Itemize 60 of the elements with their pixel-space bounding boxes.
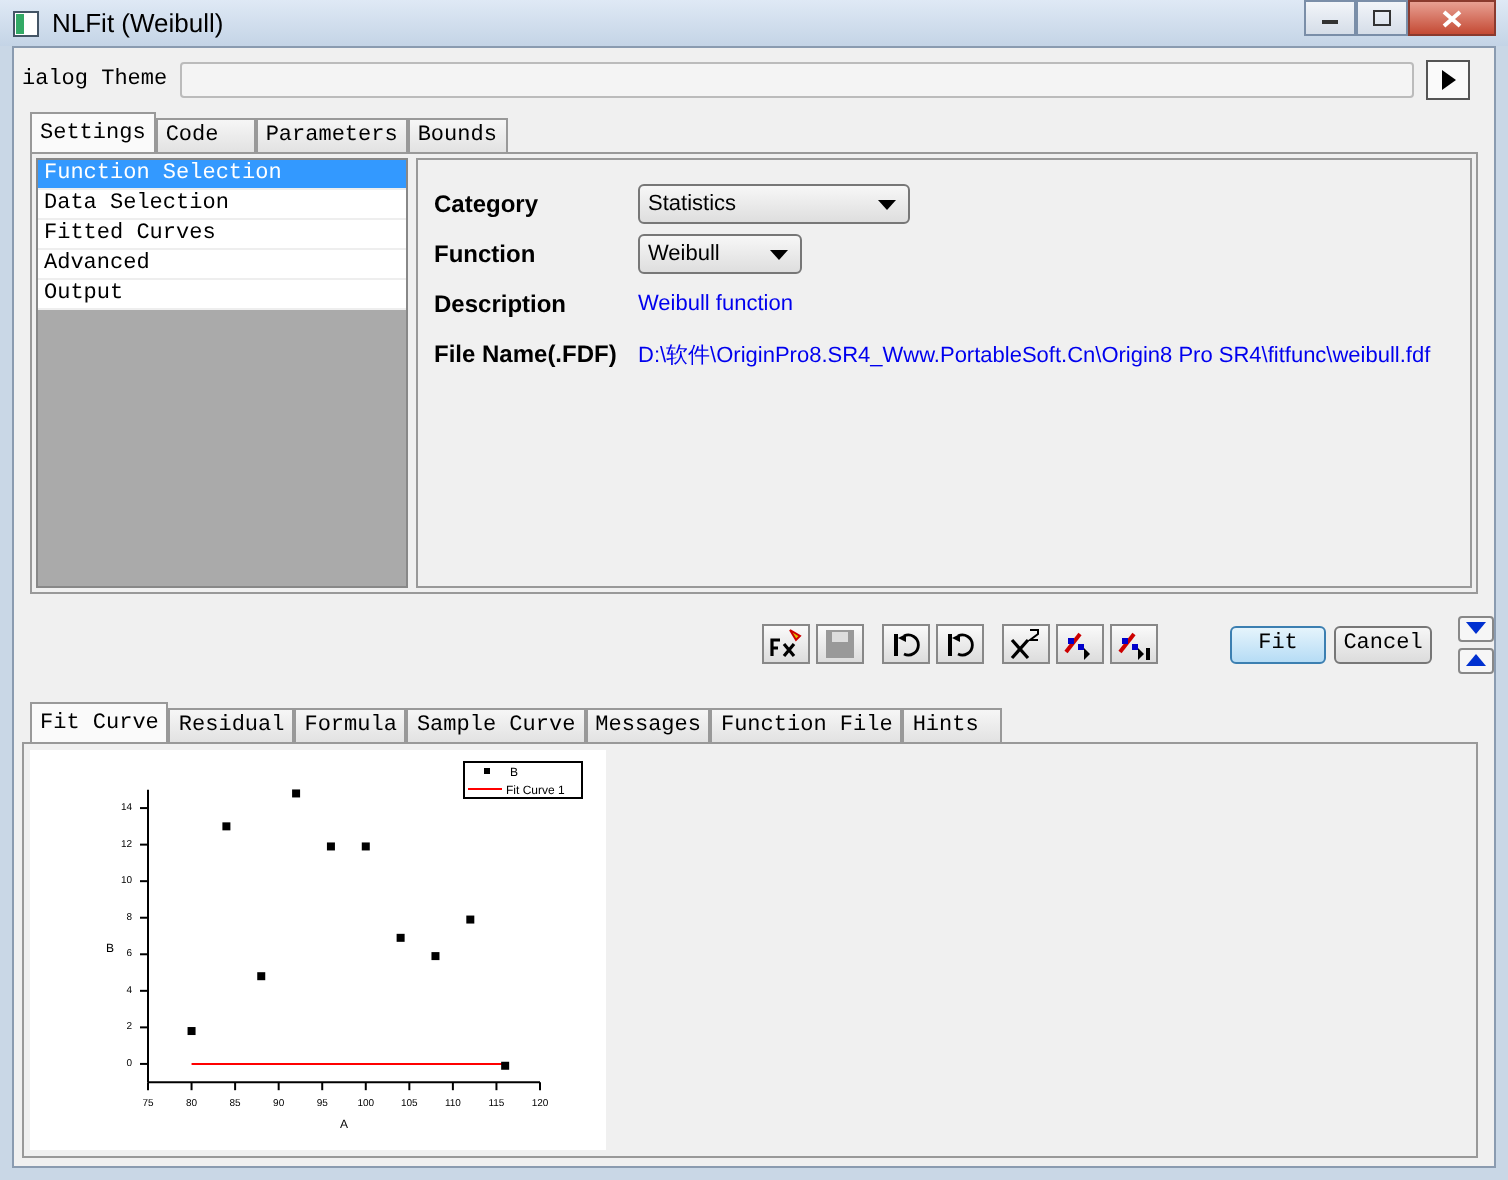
tab[interactable]: Formula [294,708,407,742]
dropdown-arrow-icon [878,199,896,209]
field-value: D:\软件\OriginPro8.SR4_Www.PortableSoft.Cn\Origin8 Pro SR4\fitfunc\weibull.fdf [638,341,1431,369]
maximize-icon [1372,10,1392,26]
data-point [222,822,231,831]
sidebar-item[interactable]: Data Selection [38,190,406,220]
tab[interactable]: Parameters [255,118,408,152]
legend-marker-icon [484,768,490,774]
dialog-theme-field[interactable] [179,62,1414,98]
dialog-button[interactable]: Fit [1230,625,1326,663]
field-value: Weibull function [638,292,793,316]
dropdown-arrow-icon [770,249,788,259]
field-label: Category [434,190,541,218]
up-arrow-icon [1466,654,1486,666]
close-icon [1442,9,1462,27]
data-point [396,933,405,942]
dropdown[interactable]: Statistics [638,184,910,224]
maximize-button[interactable] [1356,0,1408,36]
save-icon [822,628,858,660]
minimize-button[interactable] [1304,0,1356,36]
field-label: Function [434,240,538,268]
window-icon [12,9,40,37]
fx-button[interactable] [762,624,810,664]
close-button[interactable] [1408,0,1496,36]
theme-menu-button[interactable] [1426,60,1470,100]
tab[interactable]: Bounds [407,118,508,152]
dialog-theme-label: ialog Theme [22,68,168,92]
sidebar-item[interactable]: Fitted Curves [38,220,406,250]
tab[interactable]: Code [155,118,256,152]
tab[interactable]: Hints [902,708,1003,742]
chi-icon [1008,628,1044,660]
data-point [292,789,301,798]
collapse-button[interactable] [1458,615,1494,641]
tab[interactable]: Settings [30,112,156,152]
data-point [326,842,335,851]
tab[interactable]: Fit Curve [30,702,169,742]
expand-button[interactable] [1458,647,1494,673]
data-point [466,915,475,924]
data-point [187,1027,196,1036]
data-point [361,842,370,851]
dialog-button[interactable]: Cancel [1334,625,1432,663]
down-arrow-icon [1466,622,1486,634]
sidebar-item[interactable]: Advanced [38,250,406,280]
data-point [501,1061,510,1070]
tab[interactable]: Messages [585,708,711,742]
fx-icon [768,628,804,660]
tab[interactable]: Residual [168,708,295,742]
legend-line-icon [467,788,503,790]
data-point [257,972,266,981]
chi-button[interactable] [1002,624,1050,664]
legend-box [463,761,583,799]
sidebar-item[interactable]: Output [38,280,406,310]
window-title: NLFit (Weibull) [52,8,226,38]
data-point [431,952,440,961]
field-label: Description [434,290,569,318]
field-label: File Name(.FDF) [434,340,619,368]
tab[interactable]: Sample Curve [406,708,586,742]
play-icon [1440,70,1456,90]
dropdown[interactable]: Weibull [638,234,802,274]
tab[interactable]: Function File [710,708,903,742]
